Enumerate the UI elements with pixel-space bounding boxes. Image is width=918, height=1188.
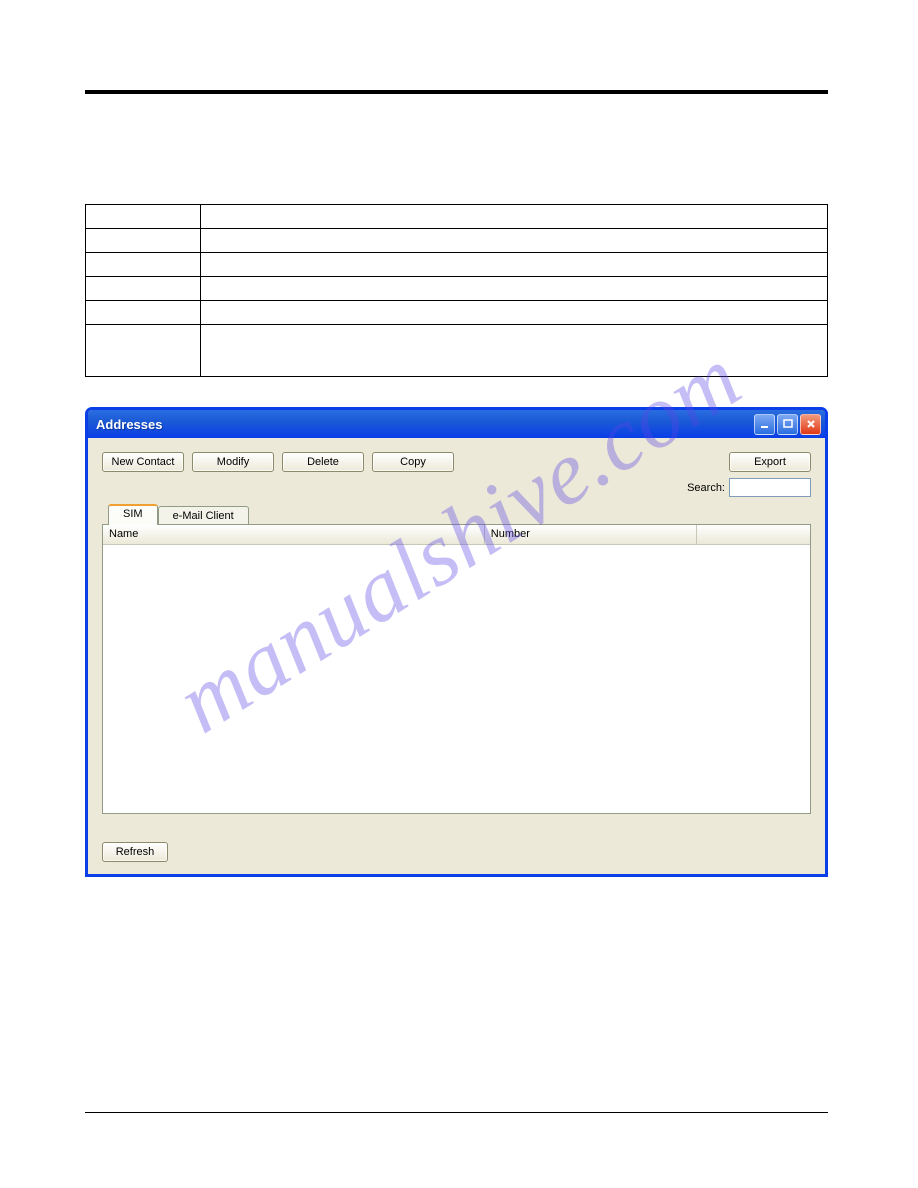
table-row	[86, 301, 828, 325]
tab-email-client[interactable]: e-Mail Client	[158, 506, 249, 525]
window-title: Addresses	[96, 417, 754, 432]
titlebar[interactable]: Addresses	[88, 410, 825, 438]
table-row	[86, 253, 828, 277]
toolbar: New Contact Modify Delete Copy Export Se…	[102, 452, 811, 497]
tab-sim[interactable]: SIM	[108, 504, 158, 525]
client-area: New Contact Modify Delete Copy Export Se…	[88, 438, 825, 874]
close-button[interactable]	[800, 414, 821, 435]
column-headers: Name Number	[103, 525, 810, 545]
minimize-icon	[760, 419, 770, 429]
modify-button[interactable]: Modify	[192, 452, 274, 472]
window-controls	[754, 414, 821, 435]
maximize-icon	[783, 419, 793, 429]
new-contact-button[interactable]: New Contact	[102, 452, 184, 472]
contacts-table: Name Number	[102, 524, 811, 814]
tab-strip: SIM e-Mail Client	[108, 504, 811, 525]
addresses-window: Addresses New Contact Modify Delete Copy	[85, 407, 828, 877]
divider-top	[85, 90, 828, 94]
search-group: Search:	[687, 478, 811, 497]
footer-row: Refresh	[102, 842, 811, 862]
divider-bottom	[85, 1112, 828, 1113]
close-icon	[806, 419, 816, 429]
delete-button[interactable]: Delete	[282, 452, 364, 472]
maximize-button[interactable]	[777, 414, 798, 435]
search-label: Search:	[687, 482, 725, 494]
tabs-area: SIM e-Mail Client Name Number	[102, 503, 811, 814]
refresh-button[interactable]: Refresh	[102, 842, 168, 862]
table-row	[86, 229, 828, 253]
column-number[interactable]: Number	[485, 525, 697, 544]
minimize-button[interactable]	[754, 414, 775, 435]
info-table	[85, 204, 828, 377]
table-row	[86, 277, 828, 301]
export-button[interactable]: Export	[729, 452, 811, 472]
table-row	[86, 205, 828, 229]
page-area: Addresses New Contact Modify Delete Copy	[85, 90, 828, 1128]
table-row	[86, 325, 828, 377]
column-extra[interactable]	[697, 525, 810, 544]
search-input[interactable]	[729, 478, 811, 497]
column-name[interactable]: Name	[103, 525, 485, 544]
copy-button[interactable]: Copy	[372, 452, 454, 472]
